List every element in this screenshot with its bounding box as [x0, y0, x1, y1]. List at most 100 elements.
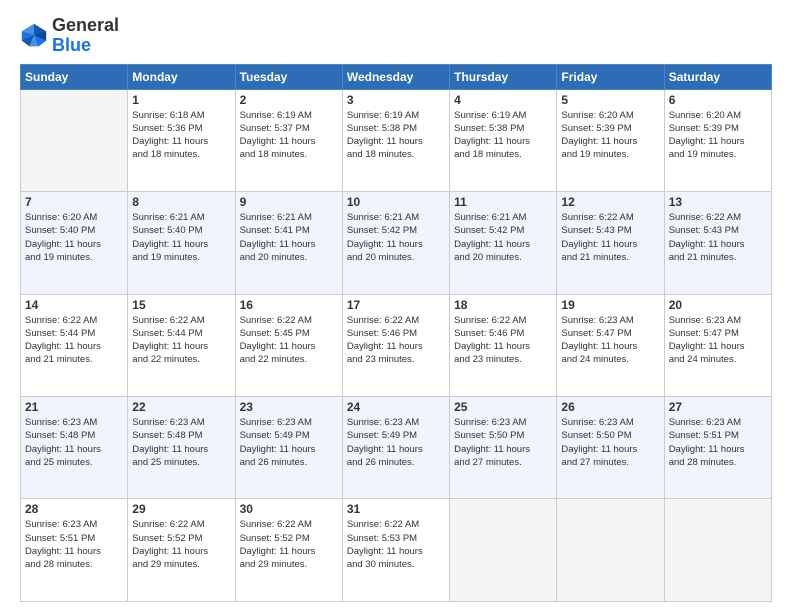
calendar-day-cell: 25 Sunrise: 6:23 AMSunset: 5:50 PMDayligh… [450, 397, 557, 499]
day-info: Sunrise: 6:21 AMSunset: 5:40 PMDaylight:… [132, 211, 230, 264]
calendar-day-cell [557, 499, 664, 602]
day-number: 28 [25, 502, 123, 516]
day-info: Sunrise: 6:22 AMSunset: 5:52 PMDaylight:… [132, 518, 230, 571]
calendar-header-monday: Monday [128, 64, 235, 89]
calendar-day-cell: 14Sunrise: 6:22 AMSunset: 5:44 PMDayligh… [21, 294, 128, 396]
day-info: Sunrise: 6:22 AMSunset: 5:46 PMDaylight:… [454, 314, 552, 367]
calendar-day-cell: 21 Sunrise: 6:23 AMSunset: 5:48 PMDayligh… [21, 397, 128, 499]
calendar-day-cell: 5Sunrise: 6:20 AMSunset: 5:39 PMDaylight… [557, 89, 664, 191]
day-number: 2 [240, 93, 338, 107]
day-number: 17 [347, 298, 445, 312]
day-info: Sunrise: 6:23 AMSunset: 5:49 PMDaylight:… [240, 416, 338, 469]
calendar-day-cell: 6 Sunrise: 6:20 AMSunset: 5:39 PMDaylight… [664, 89, 771, 191]
calendar-week-row: 21 Sunrise: 6:23 AMSunset: 5:48 PMDayligh… [21, 397, 772, 499]
calendar-day-cell: 15Sunrise: 6:22 AMSunset: 5:44 PMDayligh… [128, 294, 235, 396]
logo-text: General Blue [52, 16, 119, 56]
calendar-day-cell: 16 Sunrise: 6:22 AMSunset: 5:45 PMDayligh… [235, 294, 342, 396]
calendar-day-cell: 29 Sunrise: 6:22 AMSunset: 5:52 PMDayligh… [128, 499, 235, 602]
day-number: 31 [347, 502, 445, 516]
day-number: 29 [132, 502, 230, 516]
calendar-day-cell: 31 Sunrise: 6:22 AMSunset: 5:53 PMDayligh… [342, 499, 449, 602]
day-info: Sunrise: 6:20 AMSunset: 5:39 PMDaylight:… [561, 109, 659, 162]
calendar-week-row: 1 Sunrise: 6:18 AMSunset: 5:36 PMDaylight… [21, 89, 772, 191]
calendar-day-cell: 10 Sunrise: 6:21 AMSunset: 5:42 PMDayligh… [342, 192, 449, 294]
day-info: Sunrise: 6:22 AMSunset: 5:52 PMDaylight:… [240, 518, 338, 571]
calendar: SundayMondayTuesdayWednesdayThursdayFrid… [20, 64, 772, 602]
calendar-day-cell: 1 Sunrise: 6:18 AMSunset: 5:36 PMDaylight… [128, 89, 235, 191]
day-info: Sunrise: 6:22 AMSunset: 5:53 PMDaylight:… [347, 518, 445, 571]
day-number: 4 [454, 93, 552, 107]
day-info: Sunrise: 6:18 AMSunset: 5:36 PMDaylight:… [132, 109, 230, 162]
day-info: Sunrise: 6:22 AMSunset: 5:46 PMDaylight:… [347, 314, 445, 367]
day-info: Sunrise: 6:20 AMSunset: 5:40 PMDaylight:… [25, 211, 123, 264]
day-number: 6 [669, 93, 767, 107]
day-number: 24 [347, 400, 445, 414]
day-number: 9 [240, 195, 338, 209]
day-info: Sunrise: 6:23 AMSunset: 5:50 PMDaylight:… [561, 416, 659, 469]
day-number: 21 [25, 400, 123, 414]
day-number: 15 [132, 298, 230, 312]
day-info: Sunrise: 6:22 AMSunset: 5:44 PMDaylight:… [25, 314, 123, 367]
calendar-day-cell: 20 Sunrise: 6:23 AMSunset: 5:47 PMDayligh… [664, 294, 771, 396]
day-info: Sunrise: 6:23 AMSunset: 5:49 PMDaylight:… [347, 416, 445, 469]
day-info: Sunrise: 6:21 AMSunset: 5:42 PMDaylight:… [454, 211, 552, 264]
calendar-header-sunday: Sunday [21, 64, 128, 89]
day-number: 19 [561, 298, 659, 312]
day-info: Sunrise: 6:22 AMSunset: 5:45 PMDaylight:… [240, 314, 338, 367]
calendar-day-cell: 17 Sunrise: 6:22 AMSunset: 5:46 PMDayligh… [342, 294, 449, 396]
calendar-day-cell: 9 Sunrise: 6:21 AMSunset: 5:41 PMDaylight… [235, 192, 342, 294]
day-number: 1 [132, 93, 230, 107]
calendar-day-cell: 28 Sunrise: 6:23 AMSunset: 5:51 PMDayligh… [21, 499, 128, 602]
day-info: Sunrise: 6:23 AMSunset: 5:47 PMDaylight:… [669, 314, 767, 367]
day-info: Sunrise: 6:22 AMSunset: 5:43 PMDaylight:… [669, 211, 767, 264]
day-info: Sunrise: 6:23 AMSunset: 5:51 PMDaylight:… [25, 518, 123, 571]
day-number: 18 [454, 298, 552, 312]
day-number: 22 [132, 400, 230, 414]
day-info: Sunrise: 6:23 AMSunset: 5:48 PMDaylight:… [25, 416, 123, 469]
calendar-day-cell: 11 Sunrise: 6:21 AMSunset: 5:42 PMDayligh… [450, 192, 557, 294]
calendar-week-row: 7 Sunrise: 6:20 AMSunset: 5:40 PMDaylight… [21, 192, 772, 294]
calendar-day-cell [450, 499, 557, 602]
calendar-day-cell: 12 Sunrise: 6:22 AMSunset: 5:43 PMDayligh… [557, 192, 664, 294]
day-number: 25 [454, 400, 552, 414]
logo: General Blue [20, 16, 119, 56]
day-number: 8 [132, 195, 230, 209]
calendar-day-cell: 24 Sunrise: 6:23 AMSunset: 5:49 PMDayligh… [342, 397, 449, 499]
day-info: Sunrise: 6:23 AMSunset: 5:51 PMDaylight:… [669, 416, 767, 469]
day-info: Sunrise: 6:19 AMSunset: 5:38 PMDaylight:… [347, 109, 445, 162]
day-info: Sunrise: 6:19 AMSunset: 5:37 PMDaylight:… [240, 109, 338, 162]
calendar-day-cell: 7 Sunrise: 6:20 AMSunset: 5:40 PMDaylight… [21, 192, 128, 294]
calendar-day-cell: 18 Sunrise: 6:22 AMSunset: 5:46 PMDayligh… [450, 294, 557, 396]
calendar-week-row: 28 Sunrise: 6:23 AMSunset: 5:51 PMDayligh… [21, 499, 772, 602]
day-number: 12 [561, 195, 659, 209]
day-number: 20 [669, 298, 767, 312]
calendar-header-saturday: Saturday [664, 64, 771, 89]
day-number: 16 [240, 298, 338, 312]
day-info: Sunrise: 6:20 AMSunset: 5:39 PMDaylight:… [669, 109, 767, 162]
calendar-header-tuesday: Tuesday [235, 64, 342, 89]
calendar-header-thursday: Thursday [450, 64, 557, 89]
day-info: Sunrise: 6:22 AMSunset: 5:43 PMDaylight:… [561, 211, 659, 264]
day-number: 11 [454, 195, 552, 209]
day-number: 10 [347, 195, 445, 209]
header: General Blue [20, 16, 772, 56]
calendar-day-cell: 27 Sunrise: 6:23 AMSunset: 5:51 PMDayligh… [664, 397, 771, 499]
day-number: 3 [347, 93, 445, 107]
day-info: Sunrise: 6:23 AMSunset: 5:48 PMDaylight:… [132, 416, 230, 469]
calendar-day-cell [664, 499, 771, 602]
calendar-day-cell: 23Sunrise: 6:23 AMSunset: 5:49 PMDayligh… [235, 397, 342, 499]
calendar-header-friday: Friday [557, 64, 664, 89]
calendar-day-cell: 22 Sunrise: 6:23 AMSunset: 5:48 PMDayligh… [128, 397, 235, 499]
logo-icon [20, 22, 48, 50]
day-number: 30 [240, 502, 338, 516]
day-number: 7 [25, 195, 123, 209]
day-info: Sunrise: 6:21 AMSunset: 5:42 PMDaylight:… [347, 211, 445, 264]
calendar-day-cell: 30 Sunrise: 6:22 AMSunset: 5:52 PMDayligh… [235, 499, 342, 602]
calendar-week-row: 14Sunrise: 6:22 AMSunset: 5:44 PMDayligh… [21, 294, 772, 396]
day-number: 27 [669, 400, 767, 414]
calendar-day-cell: 3 Sunrise: 6:19 AMSunset: 5:38 PMDaylight… [342, 89, 449, 191]
calendar-header-row: SundayMondayTuesdayWednesdayThursdayFrid… [21, 64, 772, 89]
calendar-day-cell: 19Sunrise: 6:23 AMSunset: 5:47 PMDayligh… [557, 294, 664, 396]
day-info: Sunrise: 6:21 AMSunset: 5:41 PMDaylight:… [240, 211, 338, 264]
day-info: Sunrise: 6:23 AMSunset: 5:50 PMDaylight:… [454, 416, 552, 469]
